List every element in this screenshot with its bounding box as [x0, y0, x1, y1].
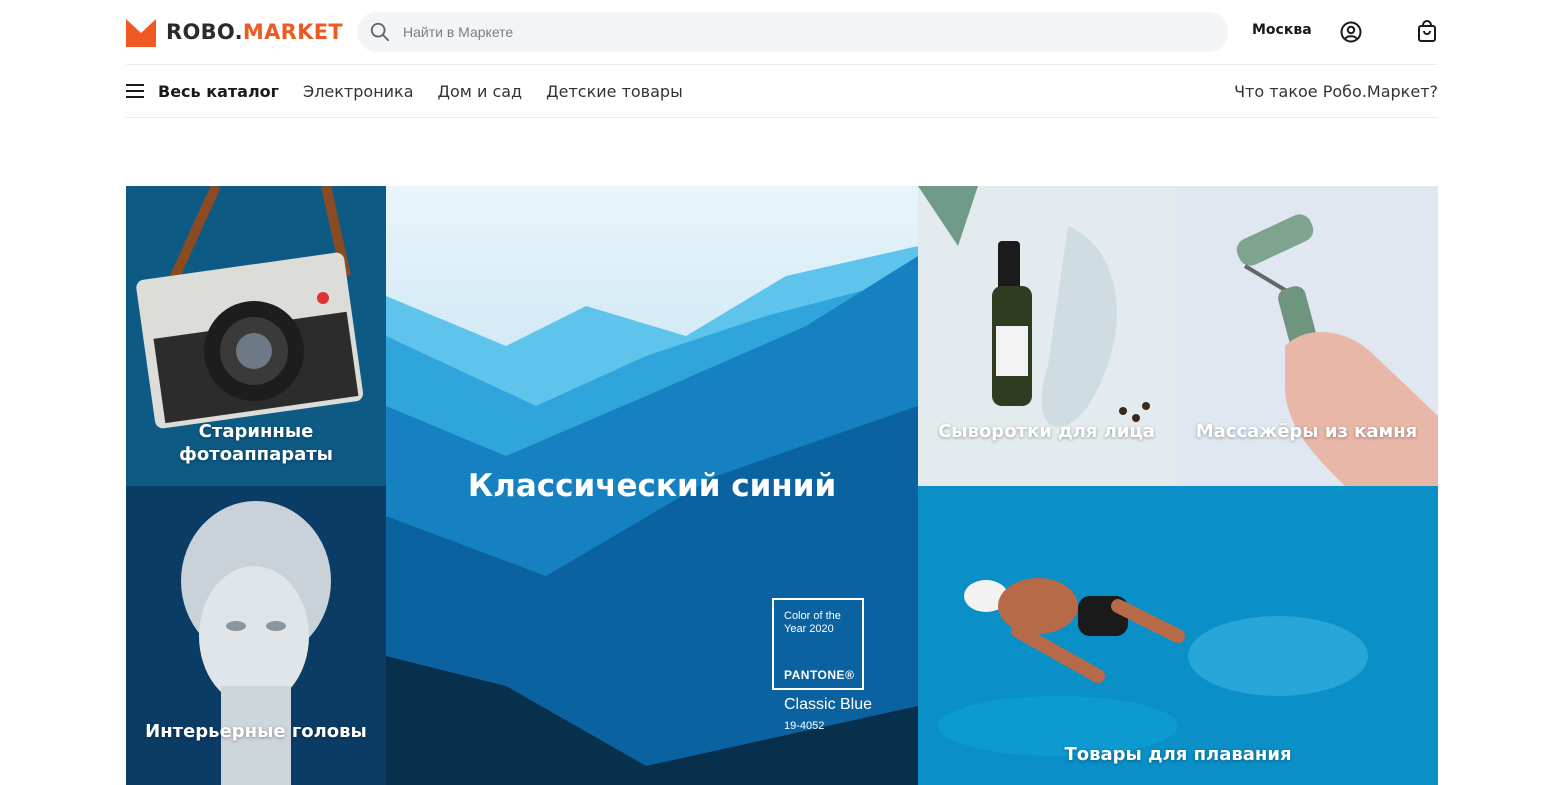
pantone-brand: PANTONE®: [784, 668, 855, 682]
cart-button[interactable]: [1415, 20, 1439, 44]
promo-grid: Старинные фотоаппараты Интерьерные голов…: [126, 186, 1438, 785]
search-bar[interactable]: [357, 12, 1228, 52]
pantone-color-name: Classic Blue: [784, 696, 873, 713]
tile-classic-blue[interactable]: Классический синий Color of the Year 202…: [386, 186, 918, 785]
tile-face-serums[interactable]: Сыворотки для лица: [918, 186, 1175, 486]
logo-mark-icon: [126, 19, 156, 47]
nav-link-electronics[interactable]: Электроника: [303, 82, 414, 101]
pantone-color-code: 19-4052: [784, 720, 825, 732]
pantone-badge: Color of the Year 2020 PANTONE®: [772, 598, 864, 690]
nav-divider: [126, 117, 1438, 118]
tile-label: Массажёры из камня: [1195, 421, 1418, 442]
nav-link-kids[interactable]: Детские товары: [546, 82, 683, 101]
account-button[interactable]: [1339, 20, 1363, 44]
logo[interactable]: ROBO.MARKET: [126, 16, 343, 48]
tile-swimming-goods[interactable]: Товары для плавания: [918, 486, 1438, 785]
pantone-caption: Color of the Year 2020: [784, 610, 841, 635]
tile-vintage-cameras[interactable]: Старинные фотоаппараты: [126, 186, 386, 486]
tile-label: Интерьерные головы: [145, 721, 367, 742]
header: ROBO.MARKET Москва: [126, 0, 1438, 64]
about-link[interactable]: Что такое Робо.Маркет?: [1234, 82, 1438, 101]
tile-label: Старинные фотоаппараты: [179, 421, 333, 465]
search-icon: [370, 22, 390, 42]
city-selector[interactable]: Москва: [1252, 22, 1312, 38]
main-tile-title: Классический синий: [467, 468, 837, 504]
logo-text: ROBO.MARKET: [166, 20, 343, 44]
tile-interior-heads[interactable]: Интерьерные головы: [126, 486, 386, 785]
tile-stone-massagers[interactable]: Массажёры из камня: [1175, 186, 1438, 486]
category-nav: Весь каталог Электроника Дом и сад Детск…: [126, 65, 1438, 117]
tile-label: Сыворотки для лица: [938, 421, 1155, 442]
catalog-button[interactable]: Весь каталог: [126, 82, 279, 101]
catalog-label: Весь каталог: [158, 81, 280, 101]
nav-link-home-garden[interactable]: Дом и сад: [438, 82, 523, 101]
cart-icon: [1418, 20, 1436, 42]
account-icon: [1340, 21, 1362, 43]
swimmer-image: [918, 486, 1438, 785]
menu-icon: [126, 84, 144, 98]
search-input[interactable]: [403, 24, 1183, 40]
tile-label: Товары для плавания: [1064, 744, 1292, 765]
